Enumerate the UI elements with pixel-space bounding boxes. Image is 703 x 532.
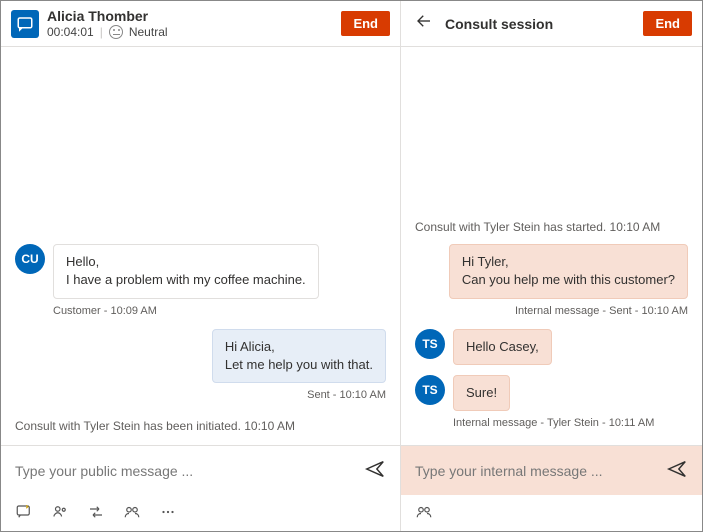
public-message-input[interactable]: [15, 463, 354, 479]
consult-pane: Consult session End Consult with Tyler S…: [401, 1, 702, 531]
internal-in-text: Hello Casey,: [466, 339, 539, 354]
more-icon[interactable]: [159, 503, 177, 521]
internal-in-bubble: Sure!: [453, 375, 510, 411]
customer-toolbar: [1, 495, 400, 531]
header-info: Alicia Thomber 00:04:01 | Neutral: [47, 8, 333, 39]
consult-avatar: TS: [415, 375, 445, 405]
internal-in-row: TS Sure!: [415, 375, 688, 411]
send-icon[interactable]: [364, 458, 386, 483]
consult-title: Consult session: [445, 16, 635, 32]
agent-message-bubble: Hi Alicia, Let me help you with that.: [212, 329, 386, 383]
customer-message-bubble: Hello, I have a problem with my coffee m…: [53, 244, 319, 298]
quick-reply-icon[interactable]: [15, 503, 33, 521]
customer-avatar: CU: [15, 244, 45, 274]
consult-header: Consult session End: [401, 1, 702, 47]
agent-message-row: Hi Alicia, Let me help you with that.: [15, 329, 386, 383]
internal-out-meta: Internal message - Sent - 10:10 AM: [415, 305, 688, 317]
public-compose: [1, 445, 400, 495]
customer-msg-text: Hello,: [66, 253, 306, 271]
consult-participants-icon[interactable]: [415, 503, 433, 521]
consult-chat-body: Consult with Tyler Stein has started. 10…: [401, 47, 702, 445]
customer-header: Alicia Thomber 00:04:01 | Neutral End: [1, 1, 400, 47]
back-arrow-icon[interactable]: [411, 10, 437, 37]
agent-msg-text: Let me help you with that.: [225, 356, 373, 374]
internal-out-bubble: Hi Tyler, Can you help me with this cust…: [449, 244, 688, 298]
customer-name: Alicia Thomber: [47, 8, 333, 25]
end-session-button[interactable]: End: [341, 11, 390, 36]
internal-out-text: Hi Tyler,: [462, 253, 675, 271]
end-consult-button[interactable]: End: [643, 11, 692, 36]
app-root: Alicia Thomber 00:04:01 | Neutral End CU…: [0, 0, 703, 532]
sentiment-label: Neutral: [129, 25, 168, 39]
internal-in-text: Sure!: [466, 385, 497, 400]
send-icon[interactable]: [666, 458, 688, 483]
system-consult-started: Consult with Tyler Stein has started. 10…: [415, 220, 688, 234]
internal-out-text: Can you help me with this customer?: [462, 271, 675, 289]
session-timer: 00:04:01: [47, 25, 94, 39]
system-consult-initiated: Consult with Tyler Stein has been initia…: [15, 419, 386, 433]
customer-message-row: CU Hello, I have a problem with my coffe…: [15, 244, 386, 298]
internal-out-row: Hi Tyler, Can you help me with this cust…: [415, 244, 688, 298]
customer-msg-meta: Customer - 10:09 AM: [53, 305, 386, 317]
customer-msg-text: I have a problem with my coffee machine.: [66, 271, 306, 289]
internal-in-bubble: Hello Casey,: [453, 329, 552, 365]
agent-msg-text: Hi Alicia,: [225, 338, 373, 356]
internal-in-row: TS Hello Casey,: [415, 329, 688, 365]
consult-toolbar: [401, 495, 702, 531]
agent-msg-meta: Sent - 10:10 AM: [15, 389, 386, 401]
chat-icon: [11, 10, 39, 38]
consult-avatar: TS: [415, 329, 445, 359]
knowledge-icon[interactable]: [51, 503, 69, 521]
internal-in-meta: Internal message - Tyler Stein - 10:11 A…: [453, 417, 688, 429]
transfer-icon[interactable]: [87, 503, 105, 521]
internal-compose: [401, 445, 702, 495]
internal-message-input[interactable]: [415, 463, 656, 479]
consult-icon[interactable]: [123, 503, 141, 521]
divider: |: [100, 25, 103, 39]
customer-pane: Alicia Thomber 00:04:01 | Neutral End CU…: [1, 1, 401, 531]
sentiment-neutral-icon: [109, 25, 123, 39]
customer-chat-body: CU Hello, I have a problem with my coffe…: [1, 47, 400, 445]
